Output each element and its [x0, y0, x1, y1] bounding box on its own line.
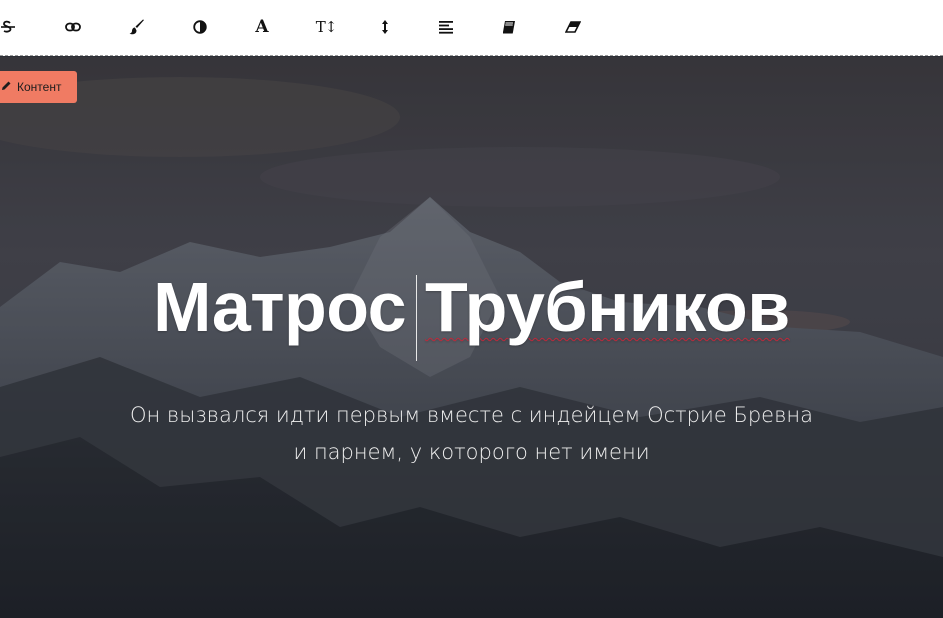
- align-button[interactable]: [432, 14, 460, 40]
- content-badge[interactable]: Контент: [0, 71, 77, 103]
- subtitle-line-1: Он вызвался идти первым вместе с индейце…: [129, 403, 813, 427]
- hero-section: Контент Матрос Трубников Он вызвался идт…: [0, 57, 943, 618]
- line-height-button[interactable]: [371, 14, 399, 40]
- link-icon: [65, 22, 81, 32]
- contrast-icon: [193, 20, 207, 34]
- brush-button[interactable]: [123, 14, 151, 40]
- book-button[interactable]: [495, 14, 523, 40]
- subtitle-line-2: и парнем, у которого нет имени: [293, 440, 650, 464]
- hero-subtitle[interactable]: Он вызвался идти первым вместе с индейце…: [60, 397, 883, 471]
- font-button[interactable]: A: [248, 14, 276, 40]
- font-icon: A: [255, 16, 269, 37]
- contrast-button[interactable]: [186, 14, 214, 40]
- pencil-icon: [1, 80, 12, 94]
- title-word-1[interactable]: Матрос: [153, 268, 406, 346]
- strikethrough-button[interactable]: [0, 14, 22, 40]
- text-size-icon: T↕: [315, 17, 338, 36]
- content-badge-label: Контент: [17, 80, 62, 94]
- editor-toolbar: A T↕: [0, 0, 943, 56]
- strikethrough-icon: [0, 20, 16, 34]
- link-button[interactable]: [59, 14, 87, 40]
- brush-icon: [129, 19, 145, 35]
- eraser-button[interactable]: [559, 14, 587, 40]
- book-icon: [502, 20, 516, 34]
- title-word-2[interactable]: Трубников: [425, 268, 790, 346]
- eraser-icon: [565, 21, 581, 33]
- align-icon: [438, 20, 454, 34]
- line-height-icon: [381, 19, 389, 35]
- page-title[interactable]: Матрос Трубников: [0, 272, 943, 342]
- text-caret: [416, 275, 417, 361]
- text-size-button[interactable]: T↕: [312, 14, 340, 40]
